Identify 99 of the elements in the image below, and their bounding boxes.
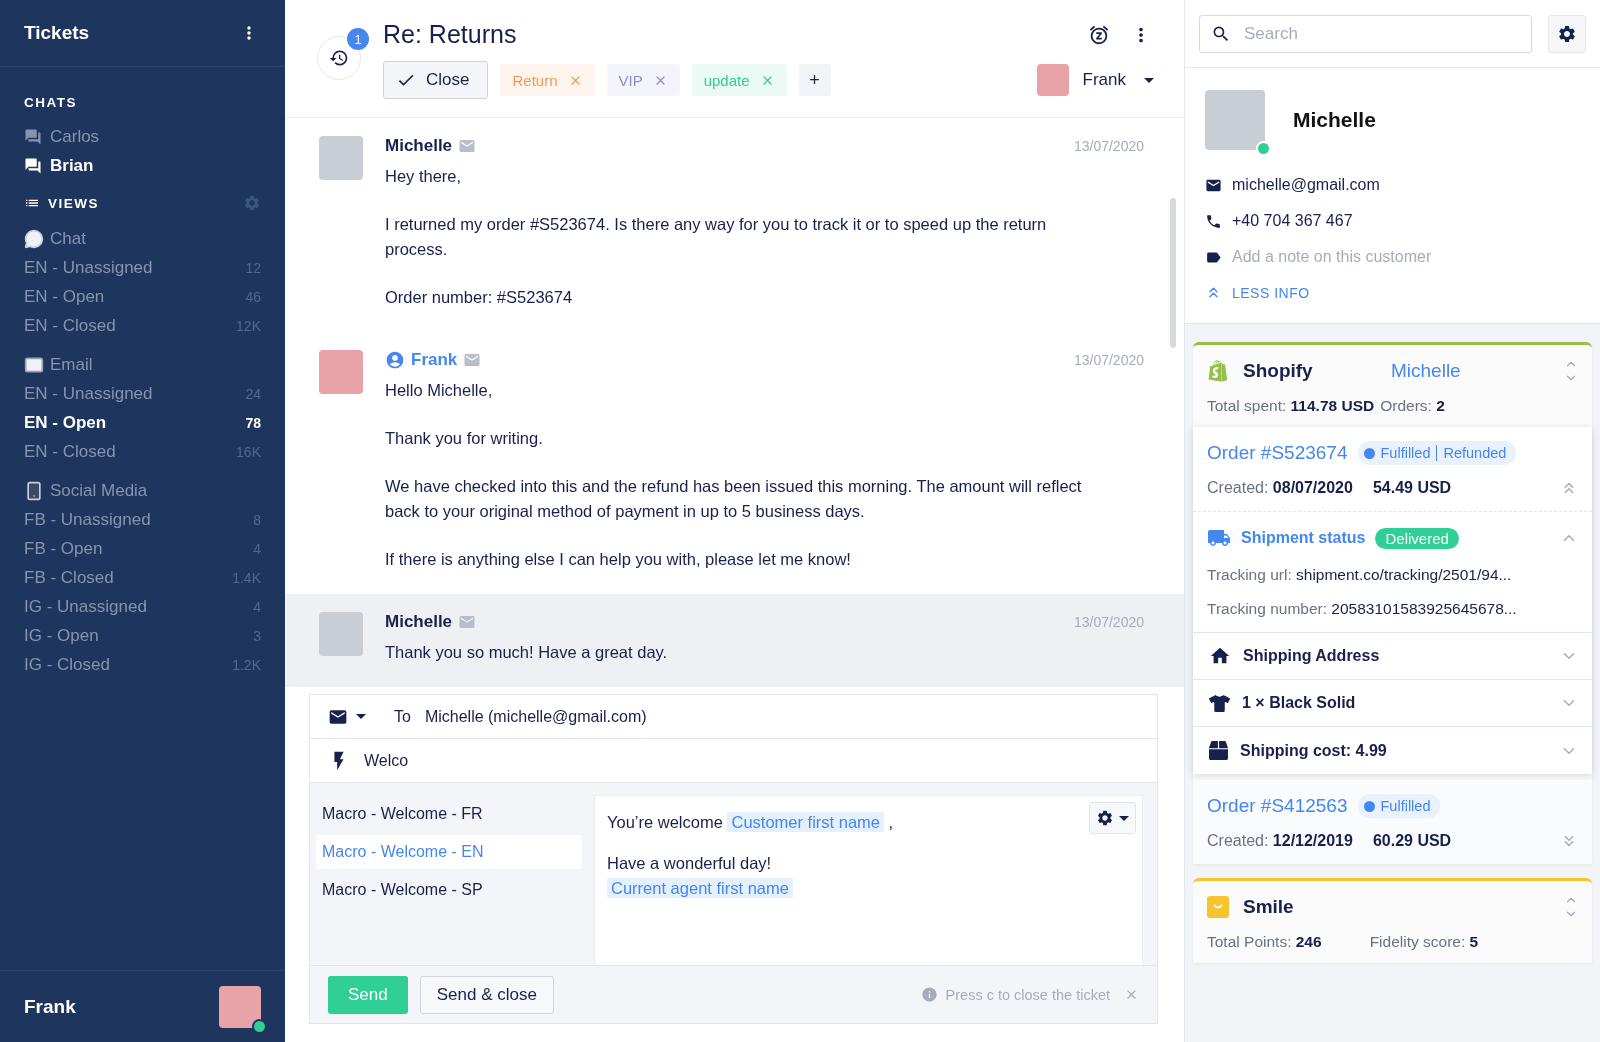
view-group-label: Email xyxy=(50,354,93,375)
macro-item[interactable]: Macro - Welcome - FR xyxy=(316,797,582,831)
to-label: To xyxy=(394,707,411,726)
hint-text: Press c to close the ticket xyxy=(945,986,1110,1003)
preview-text: Have a wonderful day! xyxy=(607,853,773,874)
history-button[interactable] xyxy=(317,36,361,80)
message-text: If there is anything else I can help you with, please let me know! xyxy=(385,549,852,570)
widget-title: Shopify xyxy=(1243,360,1314,382)
box-icon xyxy=(1209,741,1228,760)
chat-item[interactable]: Carlos xyxy=(24,122,261,151)
message-author: Michelle xyxy=(385,136,453,156)
settings-dropdown[interactable] xyxy=(1089,802,1136,834)
message-date: 13/07/2020 xyxy=(1073,352,1144,368)
shipment-status-label: Shipment status xyxy=(1241,529,1366,547)
message-text: We have checked into this and the refund has been issued this morning. The amount will reflect back to your original method of payment in up to 5 business days. xyxy=(385,476,1083,522)
message-author: Michelle xyxy=(385,612,453,632)
search-field[interactable]: Search xyxy=(1199,14,1532,53)
order-detail-label: Shipping Address xyxy=(1243,647,1381,665)
order-status-badge: Fulfilled xyxy=(1357,794,1441,818)
message-text: Hey there, xyxy=(385,166,463,187)
caret-icon xyxy=(356,714,366,719)
caret-icon xyxy=(1119,815,1129,821)
macro-item[interactable]: Macro - Welcome - EN xyxy=(316,835,582,869)
customer-name: Michelle xyxy=(1293,108,1376,132)
widget-stat: Orders: 2 xyxy=(1380,397,1445,415)
settings-icon[interactable] xyxy=(243,194,261,212)
settings-button[interactable] xyxy=(1548,14,1586,53)
speech-bubble-icon xyxy=(24,228,44,249)
order-created-text: Created: 08/07/2020 54.49 USD xyxy=(1207,479,1453,497)
user-icon xyxy=(385,350,405,370)
caret-icon xyxy=(1144,77,1154,83)
envelope-icon xyxy=(463,351,482,369)
section-heading: CHATS xyxy=(24,95,78,110)
order-detail-label: Shipping cost: 4.99 xyxy=(1240,741,1388,760)
message-author: Frank xyxy=(411,350,458,370)
avatar xyxy=(319,350,363,394)
sidebar-title: Tickets xyxy=(24,22,90,44)
user-name: Frank xyxy=(24,995,76,1018)
widget-title: Smile xyxy=(1243,896,1295,918)
history-icon xyxy=(329,48,349,68)
message-text: Order number: #S523674 xyxy=(385,287,574,308)
avatar xyxy=(1036,64,1069,96)
message-text: Hello Michelle, xyxy=(385,380,494,401)
close-ticket-button[interactable]: Close xyxy=(383,61,489,99)
recipient: Michelle (michelle@gmail.com) xyxy=(424,707,647,726)
message-date: 13/07/2020 xyxy=(1073,614,1144,630)
message-text: I returned my order #S523674. Is there any way for you to track it or to speed up the return process. xyxy=(385,214,1048,260)
preview-text: Current agent first name xyxy=(607,876,1130,901)
note-placeholder[interactable]: Add a note on this customer xyxy=(1232,248,1432,266)
message-text: Thank you for writing. xyxy=(385,428,544,449)
scrollbar-thumb[interactable] xyxy=(1170,198,1176,348)
order-status-badge: Fulfilled Refunded xyxy=(1357,441,1517,465)
envelope-icon xyxy=(458,613,477,631)
smartphone-icon xyxy=(24,480,44,501)
order-created-text: Created: 12/12/2019 60.29 USD xyxy=(1207,832,1453,850)
widget-stat: Total Points: 246 xyxy=(1207,933,1322,951)
tag: update xyxy=(691,64,787,96)
view-item[interactable]: EN - Open 78 xyxy=(24,408,261,437)
envelope-icon xyxy=(458,137,477,155)
avatar xyxy=(219,985,261,1028)
gear-icon xyxy=(1096,809,1114,827)
count-badge: 1 xyxy=(347,28,369,50)
view-group-label: Social Media xyxy=(50,480,148,501)
send-and-close-button[interactable]: Send & close xyxy=(419,975,554,1014)
tracking-field: Tracking number: 20583101583925645678... xyxy=(1207,600,1578,618)
chat-bubbles-icon xyxy=(24,156,42,175)
tracking-field: Tracking url: shipment.co/tracking/2501/94... xyxy=(1207,566,1578,584)
ticket-title: Re: Returns xyxy=(383,20,517,49)
delivered-badge: Delivered xyxy=(1375,527,1459,549)
customer-email: michelle@gmail.com xyxy=(1232,176,1380,194)
section-heading: VIEWS xyxy=(48,195,99,211)
gear-icon xyxy=(1557,23,1577,44)
widget-stat: Total spent: 114.78 USD xyxy=(1207,397,1375,415)
avatar xyxy=(1205,90,1265,150)
order-detail-label: 1 × Black Solid xyxy=(1242,694,1357,712)
customer-phone: +40 704 367 467 xyxy=(1232,212,1353,230)
info-icon xyxy=(920,986,938,1003)
less-info-button[interactable]: LESS INFO xyxy=(1205,284,1580,301)
shopping-bag-icon xyxy=(1207,360,1229,382)
avatar xyxy=(319,612,363,656)
send-button[interactable]: Send xyxy=(328,975,408,1014)
smile-logo-icon xyxy=(1207,896,1229,918)
customer-link[interactable]: Michelle xyxy=(1391,360,1464,382)
avatar xyxy=(319,136,363,180)
chat-item[interactable]: Brian xyxy=(24,151,261,180)
view-group-label: Chat xyxy=(50,228,86,249)
order-link[interactable]: Order #S412563 xyxy=(1207,795,1348,817)
chat-bubbles-icon xyxy=(24,127,42,146)
message-date: 13/07/2020 xyxy=(1073,138,1144,154)
order-link[interactable]: Order #S523674 xyxy=(1207,442,1348,464)
macro-item[interactable]: Macro - Welcome - SP xyxy=(316,873,582,907)
phone-icon xyxy=(1205,212,1222,230)
message-text: Thank you so much! Have a great day. xyxy=(385,642,669,663)
tshirt-icon xyxy=(1209,692,1230,714)
add-tag-button[interactable]: + xyxy=(798,64,831,96)
tag: Return xyxy=(500,64,595,96)
widget-stat: Fidelity score: 5 xyxy=(1369,933,1479,951)
assignee-dropdown[interactable]: Frank xyxy=(1036,64,1154,96)
tag: VIP xyxy=(606,64,680,96)
